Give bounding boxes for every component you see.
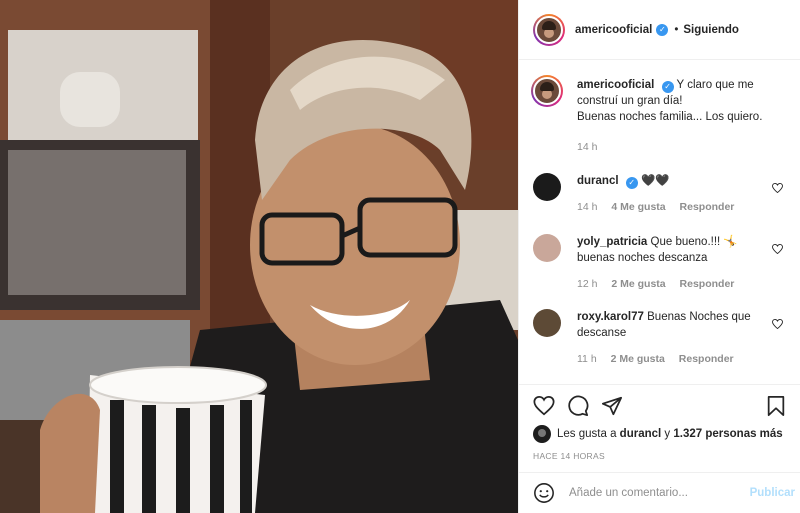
author-avatar[interactable] (533, 13, 565, 46)
caption-avatar[interactable] (531, 75, 563, 107)
comment-item: roxy.karol77 Buenas Noches que descanse … (533, 309, 795, 367)
verified-badge-icon: ✓ (661, 81, 674, 93)
comment-text: 🖤🖤 (640, 175, 670, 187)
comment-likes[interactable]: 2 Me gusta (611, 353, 665, 365)
post-header: americooficial ✓ • Siguiendo (519, 0, 800, 60)
commenter-username[interactable]: roxy.karol77 (577, 311, 644, 323)
post-timestamp[interactable]: HACE 14 HORAS (533, 451, 605, 461)
emoji-icon[interactable] (533, 482, 555, 504)
liker-username[interactable]: durancl (620, 428, 662, 440)
post-actions: Les gusta a durancl y 1.327 personas más… (519, 384, 800, 470)
caption-text-line2: Buenas noches familia... Los quiero. (577, 111, 763, 123)
comment-heart-icon[interactable] (772, 183, 783, 193)
share-icon[interactable] (601, 395, 623, 417)
caption-age[interactable]: 14 h (577, 141, 597, 153)
bookmark-icon[interactable] (765, 395, 787, 417)
follow-status-button[interactable]: Siguiendo (683, 24, 739, 36)
caption: americooficial ✓ Y claro que me construí… (531, 75, 795, 155)
comment-heart-icon[interactable] (772, 244, 783, 254)
heart-icon[interactable] (533, 395, 555, 417)
comment-likes[interactable]: 2 Me gusta (611, 278, 665, 290)
likes-count[interactable]: 1.327 personas más (673, 428, 782, 440)
comment-input[interactable] (569, 487, 739, 499)
comment-composer: Publicar (519, 472, 800, 513)
liker-avatar[interactable] (533, 425, 551, 443)
comment-item: yoly_patricia Que bueno.!!! 🤸 buenas noc… (533, 234, 795, 292)
verified-badge-icon: ✓ (625, 177, 638, 189)
comment-item: durancl ✓ 🖤🖤 14 h 4 Me gusta Responder (533, 173, 795, 215)
comment-age[interactable]: 14 h (577, 201, 597, 213)
commenter-avatar[interactable] (533, 173, 561, 201)
comment-age[interactable]: 12 h (577, 278, 597, 290)
commenter-username[interactable]: durancl (577, 175, 619, 187)
comment-heart-icon[interactable] (772, 319, 783, 329)
author-username[interactable]: americooficial (575, 24, 652, 36)
reply-button[interactable]: Responder (680, 201, 735, 213)
likes-connector: y (664, 428, 671, 440)
comment-icon[interactable] (567, 395, 589, 417)
caption-username[interactable]: americooficial (577, 79, 654, 91)
post-photo[interactable] (0, 0, 518, 513)
comment-age[interactable]: 11 h (577, 353, 597, 365)
publish-button[interactable]: Publicar (750, 487, 795, 499)
commenter-avatar[interactable] (533, 309, 561, 337)
selfie-image (0, 0, 518, 513)
instagram-post: americooficial ✓ • Siguiendo americoofic… (0, 0, 800, 513)
likes-summary[interactable]: Les gusta a durancl y 1.327 personas más (533, 425, 783, 443)
commenter-avatar[interactable] (533, 234, 561, 262)
post-sidebar: americooficial ✓ • Siguiendo americoofic… (518, 0, 800, 513)
reply-button[interactable]: Responder (680, 278, 735, 290)
likes-prefix: Les gusta a (557, 428, 617, 440)
comments-list[interactable]: americooficial ✓ Y claro que me construí… (519, 61, 800, 383)
comment-likes[interactable]: 4 Me gusta (611, 201, 665, 213)
commenter-username[interactable]: yoly_patricia (577, 236, 647, 248)
reply-button[interactable]: Responder (679, 353, 734, 365)
separator-dot: • (674, 23, 679, 36)
verified-badge-icon: ✓ (656, 23, 669, 36)
